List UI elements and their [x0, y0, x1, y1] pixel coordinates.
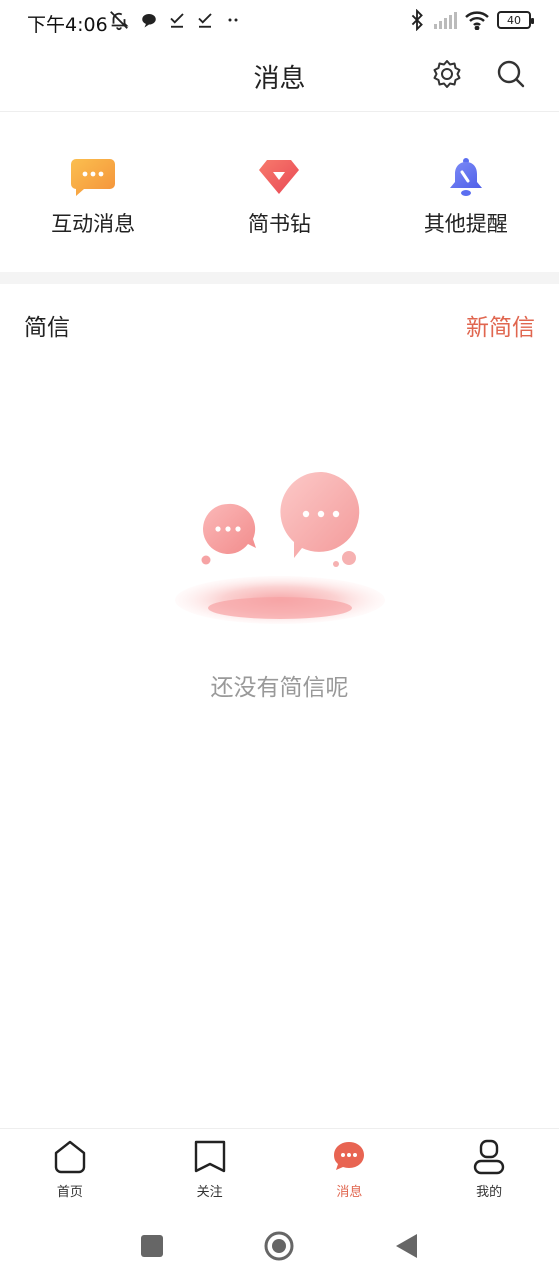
- page-header: 消息: [0, 44, 559, 112]
- nav-label: 首页: [56, 1185, 83, 1200]
- section-divider: [0, 272, 559, 284]
- messages-screen: 下午4:06 40 消息 互动消息 简书钻 其他提醒 简信 新简信 还没有简信呢…: [0, 0, 559, 1280]
- signal-icon: [434, 12, 457, 29]
- status-notification-icons: [108, 9, 242, 31]
- nav-home[interactable]: 首页: [0, 1129, 140, 1208]
- home-system-button[interactable]: [263, 1230, 295, 1262]
- bluetooth-icon: [411, 9, 423, 31]
- bell-icon: [443, 154, 489, 200]
- nav-label: 消息: [336, 1185, 363, 1200]
- gear-icon: [433, 60, 461, 88]
- status-time: 下午4:06: [27, 14, 108, 36]
- check-icon: [198, 13, 212, 28]
- category-label: 互动消息: [51, 212, 136, 236]
- square-icon: [141, 1235, 163, 1257]
- mute-bell-icon: [110, 11, 129, 31]
- category-label: 简书钻: [247, 212, 311, 236]
- nav-label: 我的: [476, 1185, 503, 1200]
- recent-apps-button[interactable]: [136, 1230, 168, 1262]
- more-dots-icon: [228, 18, 238, 22]
- system-nav-bar: [0, 1208, 559, 1280]
- home-icon: [50, 1137, 90, 1177]
- page-title: 消息: [253, 64, 306, 94]
- status-bar: 下午4:06 40: [0, 0, 559, 44]
- empty-state-text: 还没有简信呢: [210, 675, 349, 701]
- nav-profile[interactable]: 我的: [419, 1129, 559, 1208]
- search-icon: [497, 60, 525, 88]
- nav-label: 关注: [196, 1185, 223, 1200]
- category-diamonds[interactable]: 简书钻: [186, 112, 372, 272]
- chat-bubble-icon: [70, 154, 116, 200]
- wifi-icon: [465, 11, 489, 30]
- diamond-icon: [256, 154, 302, 200]
- section-title: 简信: [24, 315, 70, 341]
- message-categories: 互动消息 简书钻 其他提醒: [0, 112, 559, 272]
- battery-icon: 40: [497, 11, 534, 29]
- settings-button[interactable]: [431, 58, 463, 90]
- circle-icon: [264, 1231, 294, 1261]
- message-icon: [329, 1137, 369, 1177]
- category-interactions[interactable]: 互动消息: [0, 112, 186, 272]
- bookmark-icon: [190, 1137, 230, 1177]
- triangle-back-icon: [396, 1234, 417, 1258]
- new-message-button[interactable]: 新简信: [466, 308, 535, 342]
- status-system-icons: 40: [409, 9, 534, 31]
- category-label: 其他提醒: [423, 212, 508, 236]
- back-button[interactable]: [390, 1230, 422, 1262]
- check-icon: [170, 13, 184, 28]
- search-button[interactable]: [495, 58, 527, 90]
- nav-messages[interactable]: 消息: [280, 1129, 420, 1208]
- bottom-nav: 首页 关注 消息 我的: [0, 1128, 559, 1208]
- nav-follow[interactable]: 关注: [140, 1129, 280, 1208]
- category-other-reminders[interactable]: 其他提醒: [373, 112, 559, 272]
- empty-state-illustration: [170, 468, 390, 633]
- profile-icon: [469, 1137, 509, 1177]
- chat-app-icon: [142, 14, 156, 28]
